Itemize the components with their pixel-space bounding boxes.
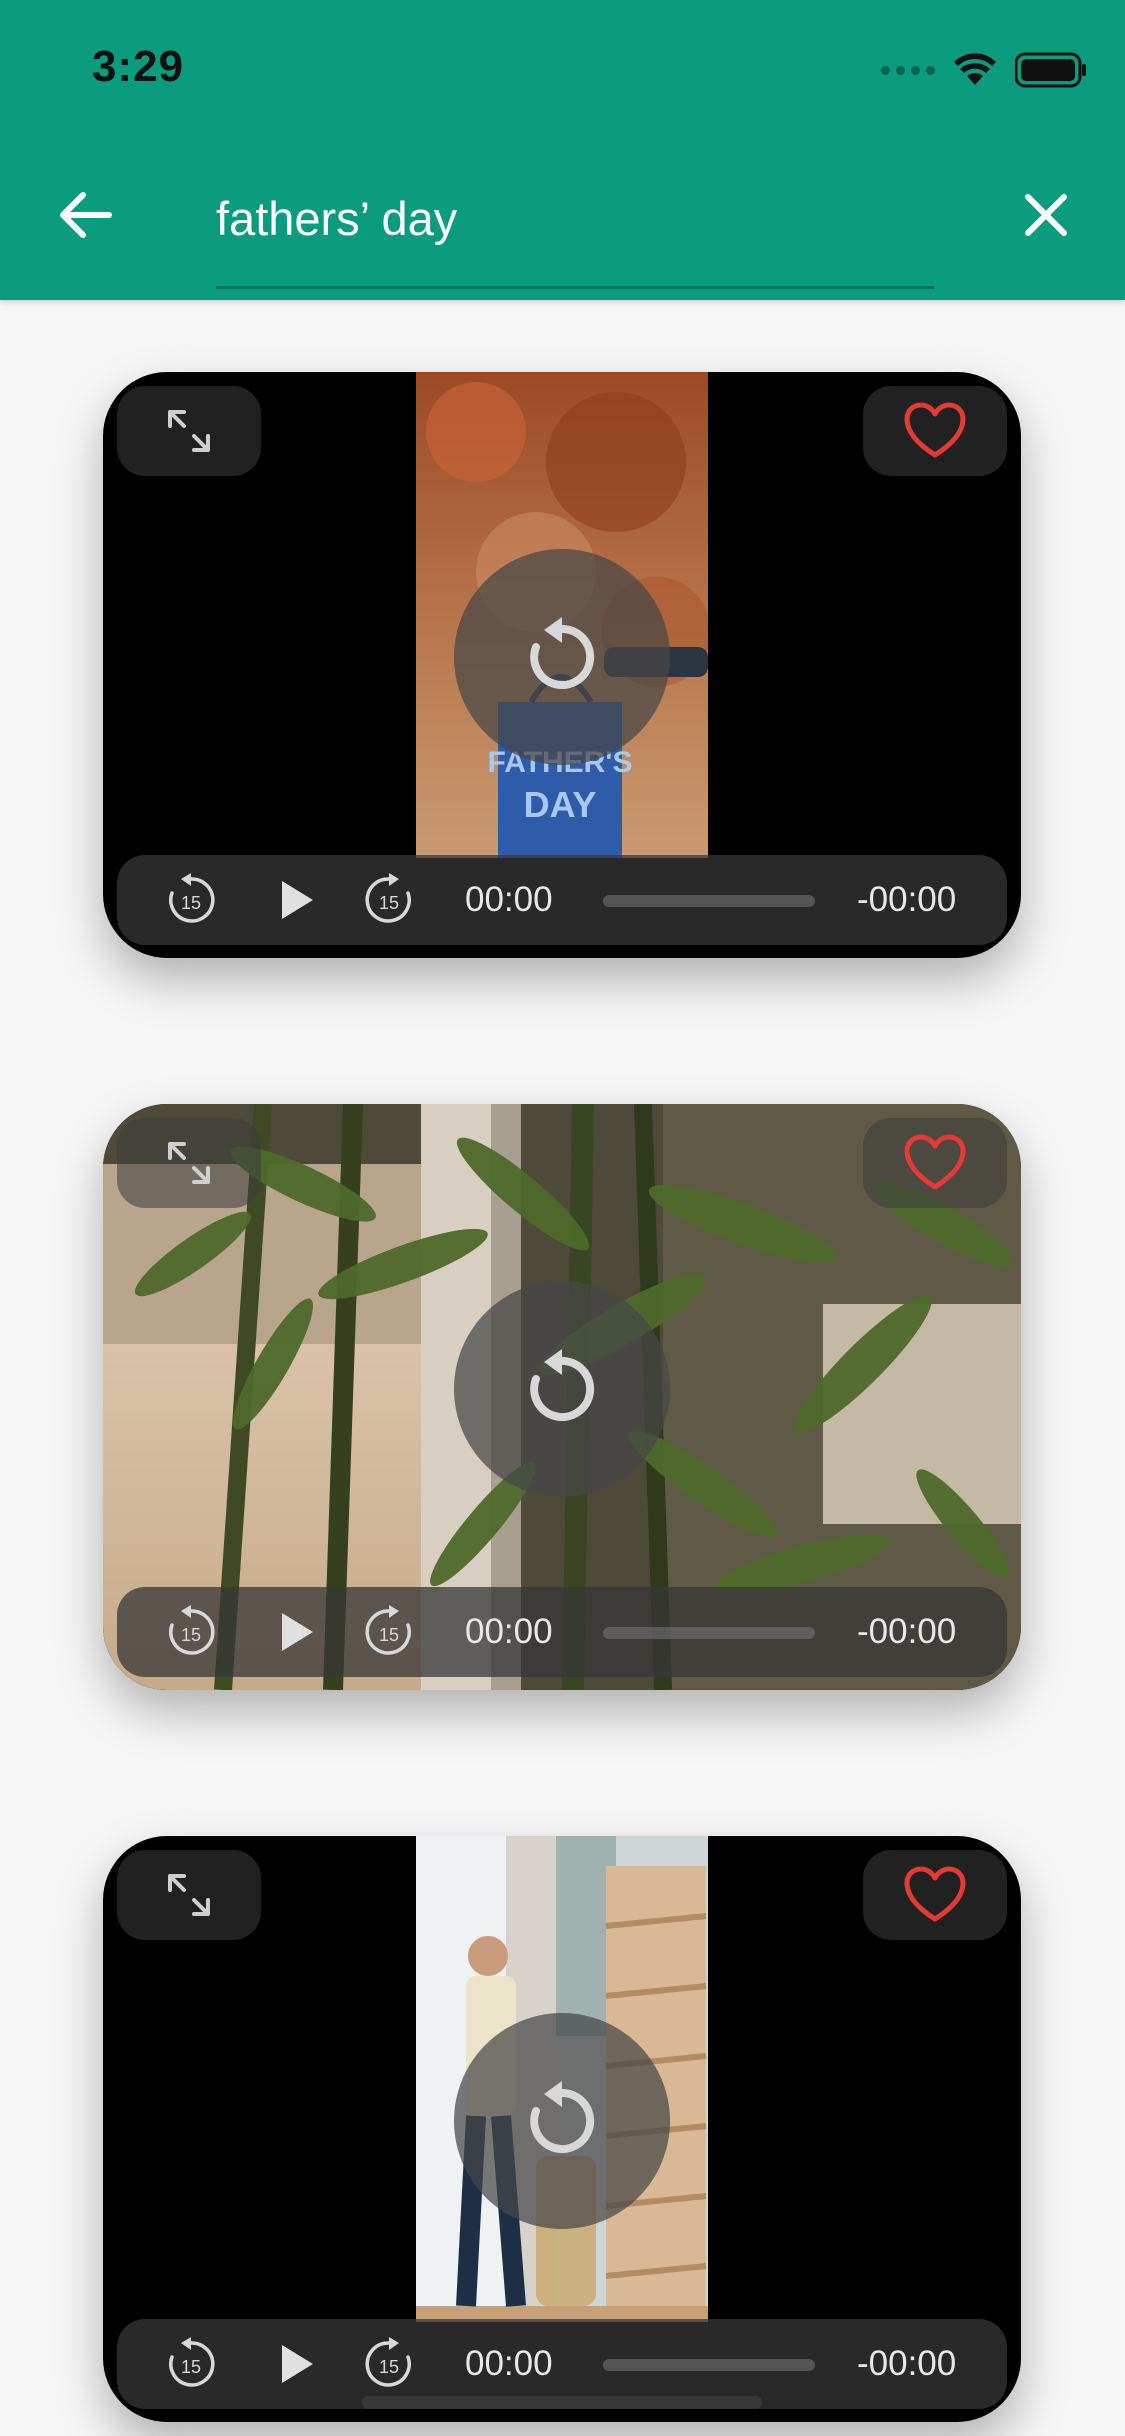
close-icon	[1025, 194, 1067, 236]
current-time: 00:00	[465, 880, 553, 919]
svg-text:DAY: DAY	[524, 784, 597, 825]
remaining-time: -00:00	[857, 1612, 957, 1651]
heart-icon	[904, 1866, 966, 1922]
replay-icon	[530, 1349, 595, 1421]
progress-bar[interactable]	[603, 2359, 815, 2371]
arrow-left-icon	[60, 192, 112, 238]
svg-text:15: 15	[181, 2357, 201, 2377]
video-card[interactable]: 15 15 00:00 -00:00	[103, 1104, 1021, 1690]
favorite-button[interactable]	[863, 1850, 1007, 1940]
heart-icon	[904, 1134, 966, 1190]
forward-15-icon: 15	[365, 873, 411, 923]
forward-15-icon: 15	[365, 2337, 411, 2387]
cellular-signal-icon	[881, 65, 935, 75]
player-controls: 15 15 00:00 -00:00	[117, 855, 1007, 945]
expand-icon	[168, 1874, 210, 1916]
play-button[interactable]	[267, 1587, 327, 1677]
play-icon	[282, 2345, 313, 2383]
progress-bar[interactable]	[603, 895, 815, 907]
battery-icon	[1015, 52, 1086, 88]
wifi-icon	[954, 53, 996, 85]
forward-15-button[interactable]: 15	[359, 855, 419, 945]
svg-text:15: 15	[379, 2357, 399, 2377]
rewind-15-icon: 15	[169, 1605, 215, 1655]
forward-15-button[interactable]: 15	[359, 1587, 419, 1677]
replay-icon	[530, 617, 595, 689]
svg-text:15: 15	[181, 1625, 201, 1645]
svg-text:15: 15	[379, 1625, 399, 1645]
progress-bar[interactable]	[603, 1627, 815, 1639]
video-card[interactable]: FATHER'S DAY 15	[103, 372, 1021, 958]
back-button[interactable]	[48, 178, 122, 252]
fullscreen-button[interactable]	[117, 1850, 261, 1940]
home-indicator[interactable]	[362, 2396, 762, 2409]
fullscreen-button[interactable]	[117, 386, 261, 476]
status-icons	[881, 50, 1087, 90]
rewind-15-icon: 15	[169, 2337, 215, 2387]
current-time: 00:00	[465, 1612, 553, 1651]
play-button[interactable]	[267, 2319, 327, 2409]
replay-icon	[530, 2081, 595, 2153]
rewind-15-icon: 15	[169, 873, 215, 923]
search-underline	[216, 286, 934, 289]
clear-search-button[interactable]	[1009, 178, 1083, 252]
svg-text:15: 15	[379, 893, 399, 913]
search-field	[216, 178, 934, 290]
favorite-button[interactable]	[863, 1118, 1007, 1208]
status-time: 3:29	[92, 42, 185, 91]
expand-icon	[168, 410, 210, 452]
fullscreen-button[interactable]	[117, 1118, 261, 1208]
play-button[interactable]	[267, 855, 327, 945]
svg-text:15: 15	[181, 893, 201, 913]
rewind-15-button[interactable]: 15	[161, 855, 221, 945]
video-card[interactable]: 15 15 00:00 -00:00	[103, 1836, 1021, 2422]
play-icon	[282, 1613, 313, 1651]
expand-icon	[168, 1142, 210, 1184]
heart-icon	[904, 402, 966, 458]
replay-button[interactable]	[454, 2013, 670, 2229]
rewind-15-button[interactable]: 15	[161, 2319, 221, 2409]
remaining-time: -00:00	[857, 2344, 957, 2383]
favorite-button[interactable]	[863, 386, 1007, 476]
replay-button[interactable]	[454, 549, 670, 765]
forward-15-icon: 15	[365, 1605, 411, 1655]
rewind-15-button[interactable]: 15	[161, 1587, 221, 1677]
remaining-time: -00:00	[857, 880, 957, 919]
replay-button[interactable]	[454, 1281, 670, 1497]
play-icon	[282, 881, 313, 919]
search-input[interactable]	[216, 178, 934, 258]
player-controls: 15 15 00:00 -00:00	[117, 1587, 1007, 1677]
app-bar: 3:29	[0, 0, 1125, 300]
